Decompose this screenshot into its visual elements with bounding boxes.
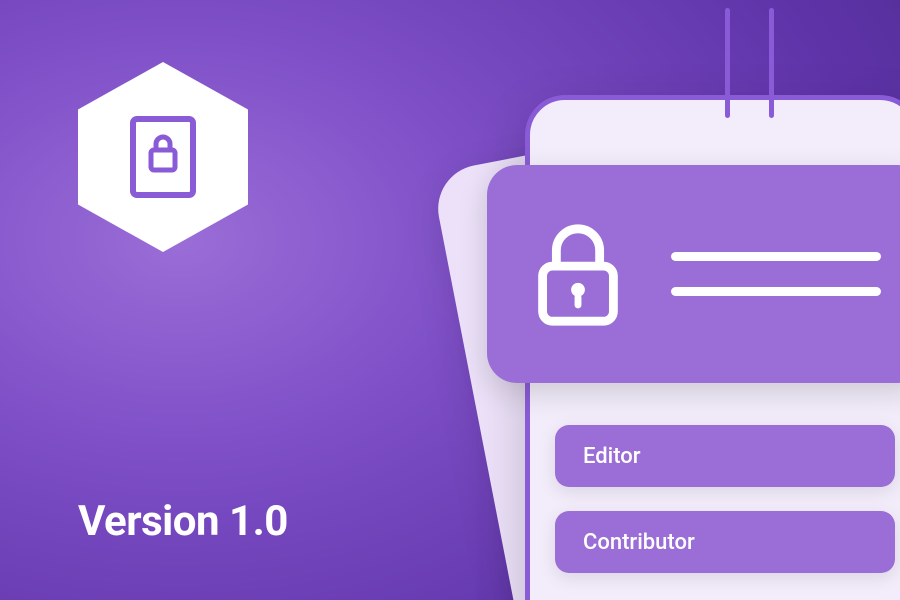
placeholder-line — [671, 252, 881, 261]
header-text-lines — [671, 252, 881, 296]
hexagon-badge — [78, 62, 248, 252]
placeholder-line — [671, 287, 881, 296]
binder-ring — [725, 8, 730, 118]
header-lock-card — [487, 165, 900, 383]
role-pill-editor: Editor — [555, 425, 895, 487]
role-label: Editor — [583, 444, 641, 469]
illustration-stack: Editor Contributor — [455, 25, 900, 600]
role-label: Contributor — [583, 530, 695, 555]
version-label: Version 1.0 — [78, 497, 288, 546]
role-pill-contributor: Contributor — [555, 511, 895, 573]
locked-document-icon — [128, 114, 198, 200]
padlock-icon — [519, 215, 637, 333]
binder-ring — [769, 8, 774, 118]
